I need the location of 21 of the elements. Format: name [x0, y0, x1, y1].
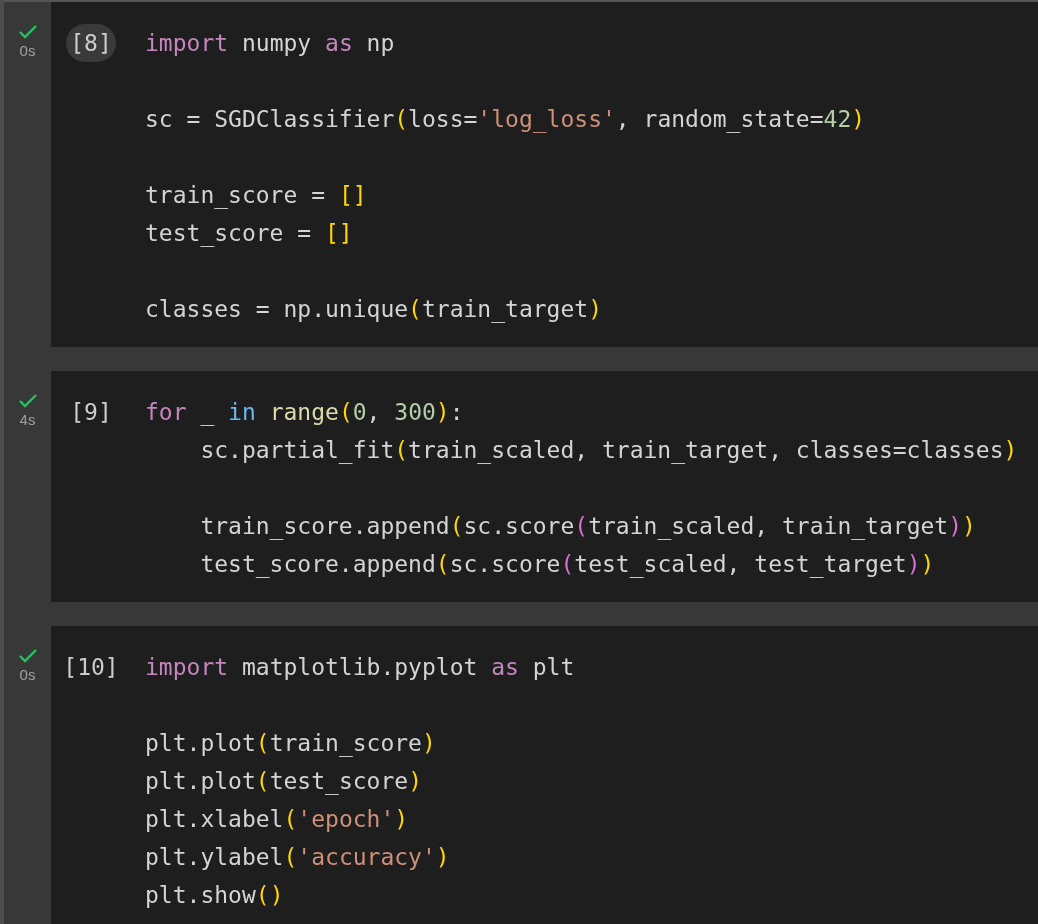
code-line: plt.ylabel('accuracy') [145, 843, 450, 872]
code-line: import numpy as np [145, 29, 395, 58]
code-line: test_score = [] [145, 219, 353, 249]
code-line: plt.xlabel('epoch') [145, 805, 409, 834]
code-line: sc.partial_fit(train_scaled, train_target, classes=classes) [199, 436, 1018, 466]
execution-count[interactable]: [10] [59, 648, 123, 686]
code-line: for _ in range(0, 300): [145, 398, 464, 428]
code-line: sc = SGDClassifier(loss='log_loss', random_state=42) [145, 105, 866, 135]
code-line: train_score = [] [145, 181, 367, 211]
run-time: 0s [19, 665, 36, 685]
code-line: plt.plot(test_score) [145, 767, 422, 797]
code-line: plt.show() [145, 881, 284, 910]
code-line: plt.plot(train_score) [145, 729, 436, 759]
run-time: 4s [19, 410, 36, 430]
run-time: 0s [19, 41, 36, 61]
code-line: train_score.append(sc.score(train_scaled, train_target)) [199, 512, 976, 542]
execution-count[interactable]: [8] [66, 24, 116, 62]
code-line: import matplotlib.pyplot as plt [145, 653, 575, 682]
execution-count[interactable]: [9] [66, 393, 116, 431]
code-line: classes = np.unique(train_target) [145, 295, 602, 325]
code-line: test_score.append(sc.score(test_scaled, test_target)) [199, 550, 935, 580]
